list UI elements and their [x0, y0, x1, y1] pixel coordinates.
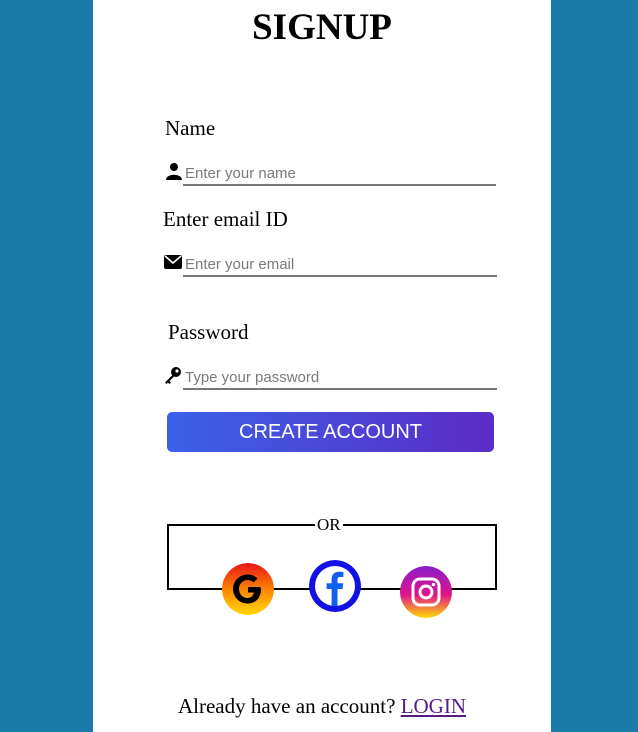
login-link[interactable]: LOGIN	[401, 694, 466, 718]
name-label: Name	[165, 116, 216, 140]
create-account-button[interactable]: CREATE ACCOUNT	[167, 412, 494, 452]
email-label: Enter email ID	[163, 207, 288, 231]
page-title: SIGNUP	[252, 7, 392, 48]
password-input[interactable]	[183, 366, 497, 390]
email-input[interactable]	[183, 253, 497, 277]
google-icon[interactable]	[222, 563, 274, 615]
envelope-icon	[164, 255, 182, 269]
password-label: Password	[168, 320, 249, 344]
login-prompt: Already have an account? LOGIN	[93, 694, 551, 719]
or-divider-text: OR	[315, 515, 343, 535]
user-icon	[166, 163, 182, 180]
name-input[interactable]	[183, 162, 496, 186]
facebook-icon[interactable]	[309, 560, 361, 612]
signup-card: SIGNUP Name Enter email ID Password CREA…	[93, 0, 551, 732]
instagram-icon[interactable]	[400, 566, 452, 618]
key-icon	[165, 367, 181, 384]
login-prompt-text: Already have an account?	[177, 694, 396, 718]
